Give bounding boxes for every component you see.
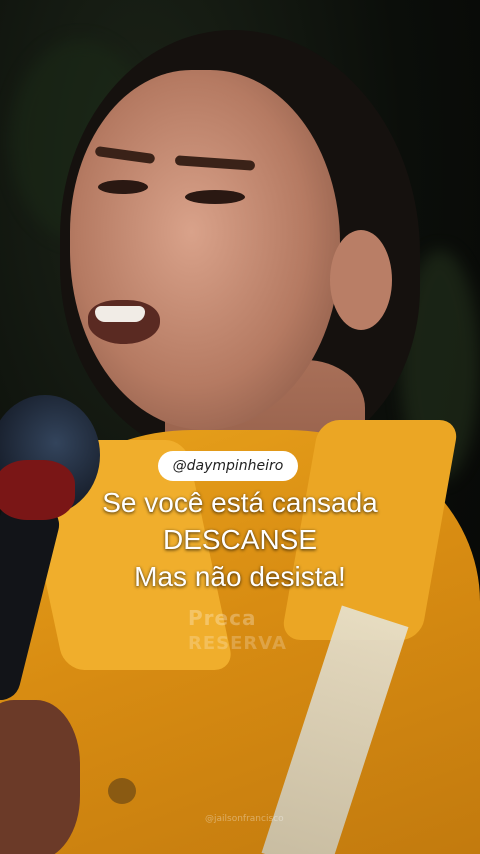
watermark-logo: Preca RESERVA [188,608,287,654]
handle-text: @daympinheiro [172,458,284,474]
caption-line-3: Mas não desista! [134,561,346,592]
caption: Se você está cansada DESCANSE Mas não de… [0,484,480,595]
teeth [95,306,145,322]
credit-watermark: @jailsonfrancisco [205,814,284,824]
shirt-button [108,778,136,804]
right-eye [185,190,245,204]
watermark-line-2: RESERVA [188,633,287,654]
hand [0,700,80,854]
face [70,70,340,430]
watermark-line-1: Preca [188,606,257,630]
handle-badge[interactable]: @daympinheiro [158,451,298,481]
caption-line-1: Se você está cansada [102,487,378,518]
left-eye [98,180,148,194]
video-frame: Preca RESERVA @daympinheiro Se você está… [0,0,480,854]
ear [330,230,392,330]
caption-line-2: DESCANSE [162,524,318,555]
